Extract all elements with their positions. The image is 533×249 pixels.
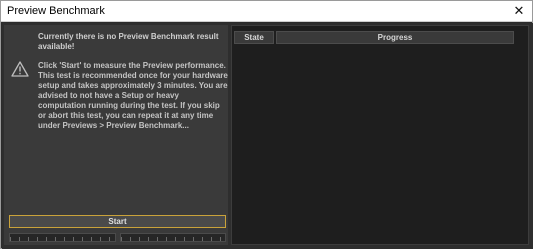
instructions-text: Click 'Start' to measure the Preview per… <box>38 61 228 130</box>
warning-icon <box>11 61 29 77</box>
progress-meter-left <box>9 233 116 242</box>
close-button[interactable]: ✕ <box>510 3 528 19</box>
info-panel: Currently there is no Preview Benchmark … <box>4 25 228 245</box>
column-header-state[interactable]: State <box>234 31 274 44</box>
benchmark-window: Preview Benchmark ✕ Currently there is n… <box>0 0 533 249</box>
table-header: State Progress <box>234 31 514 44</box>
title-bar: Preview Benchmark ✕ <box>1 1 532 22</box>
status-heading: Currently there is no Preview Benchmark … <box>38 32 219 51</box>
start-button[interactable]: Start <box>9 215 226 228</box>
meter-ticks <box>10 237 115 241</box>
results-table: State Progress <box>231 25 529 245</box>
column-header-progress[interactable]: Progress <box>276 31 514 44</box>
dialog-content: Currently there is no Preview Benchmark … <box>2 23 533 249</box>
meter-ticks <box>121 237 225 241</box>
window-title: Preview Benchmark <box>7 5 105 17</box>
progress-meter-right <box>120 233 226 242</box>
